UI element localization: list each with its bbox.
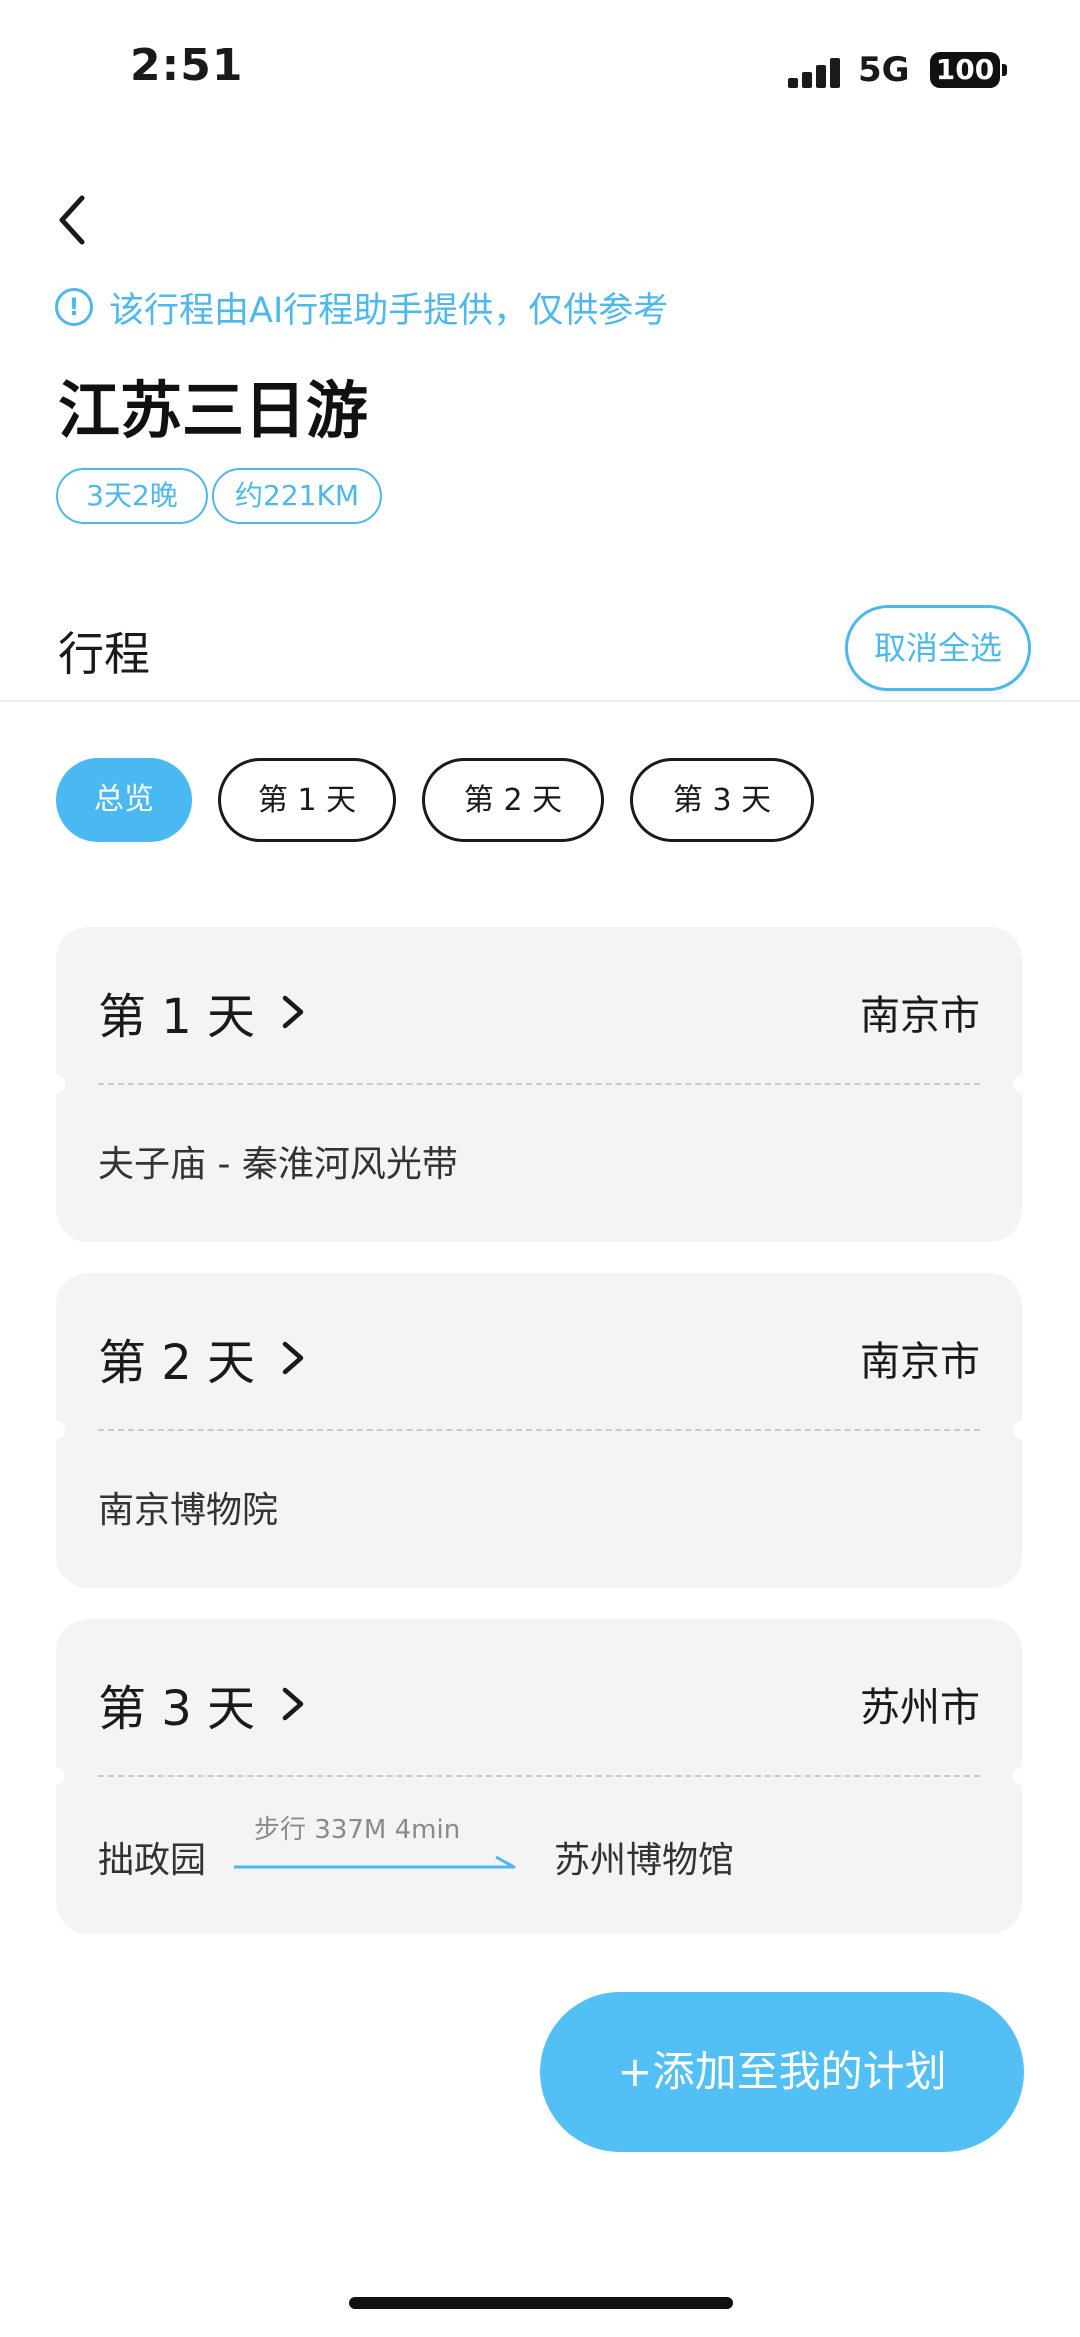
day-header[interactable]: 第 1 天 bbox=[98, 977, 307, 1047]
deselect-all-button[interactable]: 取消全选 bbox=[845, 605, 1031, 691]
route-end: 苏州博物馆 bbox=[554, 1840, 735, 1881]
tab-day-1[interactable]: 第 1 天 bbox=[218, 758, 396, 842]
dashed-divider bbox=[98, 1429, 980, 1431]
distance-tag: 约221KM bbox=[212, 468, 382, 524]
route-arrow-icon bbox=[234, 1855, 516, 1869]
walk-segment: 步行 337M 4min bbox=[234, 1815, 524, 1887]
day-label: 第 1 天 bbox=[98, 989, 256, 1045]
walk-info: 步行 337M 4min bbox=[254, 1815, 461, 1845]
back-button[interactable] bbox=[50, 190, 100, 250]
duration-tag: 3天2晚 bbox=[56, 468, 208, 524]
day-city: 苏州市 bbox=[860, 1685, 980, 1731]
info-circle-icon: ! bbox=[55, 288, 93, 326]
network-label: 5G bbox=[858, 50, 910, 90]
dashed-divider bbox=[98, 1775, 980, 1777]
day-card-2[interactable]: 第 2 天 南京市 南京博物院 bbox=[47, 1273, 1031, 1588]
day-label: 第 2 天 bbox=[98, 1335, 256, 1391]
day-route: 拙政园 步行 337M 4min 苏州博物馆 bbox=[98, 1815, 735, 1887]
route-start: 拙政园 bbox=[98, 1840, 207, 1881]
card-notch bbox=[1013, 1421, 1031, 1439]
tab-overview[interactable]: 总览 bbox=[56, 758, 192, 842]
card-notch bbox=[47, 1767, 65, 1785]
card-notch bbox=[47, 1421, 65, 1439]
card-notch bbox=[1013, 1075, 1031, 1093]
battery-tip bbox=[1002, 64, 1007, 76]
ai-notice-text: 该行程由AI行程助手提供，仅供参考 bbox=[109, 290, 669, 331]
day-card-3[interactable]: 第 3 天 苏州市 拙政园 步行 337M 4min 苏州博物馆 bbox=[47, 1619, 1031, 1934]
card-notch bbox=[1013, 1767, 1031, 1785]
day-label: 第 3 天 bbox=[98, 1681, 256, 1737]
day-spots: 南京博物院 bbox=[98, 1490, 279, 1531]
signal-icon bbox=[788, 58, 842, 88]
section-title: 行程 bbox=[58, 627, 150, 681]
day-header[interactable]: 第 3 天 bbox=[98, 1669, 307, 1739]
day-card-1[interactable]: 第 1 天 南京市 夫子庙 - 秦淮河风光带 bbox=[47, 927, 1031, 1242]
add-to-plan-button[interactable]: +添加至我的计划 bbox=[540, 1992, 1024, 2152]
day-spots: 夫子庙 - 秦淮河风光带 bbox=[98, 1144, 458, 1185]
day-header[interactable]: 第 2 天 bbox=[98, 1323, 307, 1393]
chevron-right-icon bbox=[282, 995, 304, 1029]
ai-notice: ! 该行程由AI行程助手提供，仅供参考 bbox=[55, 282, 668, 332]
home-indicator bbox=[349, 2297, 733, 2309]
status-time: 2:51 bbox=[130, 40, 244, 91]
chevron-right-icon bbox=[282, 1687, 304, 1721]
tab-day-3[interactable]: 第 3 天 bbox=[630, 758, 814, 842]
dashed-divider bbox=[98, 1083, 980, 1085]
trip-title: 江苏三日游 bbox=[58, 374, 369, 447]
card-notch bbox=[47, 1075, 65, 1093]
chevron-left-icon bbox=[59, 195, 85, 245]
tab-day-2[interactable]: 第 2 天 bbox=[422, 758, 604, 842]
day-city: 南京市 bbox=[860, 1339, 980, 1385]
battery-icon: 100 bbox=[930, 52, 1000, 88]
day-city: 南京市 bbox=[860, 993, 980, 1039]
divider bbox=[0, 700, 1080, 702]
chevron-right-icon bbox=[282, 1341, 304, 1375]
